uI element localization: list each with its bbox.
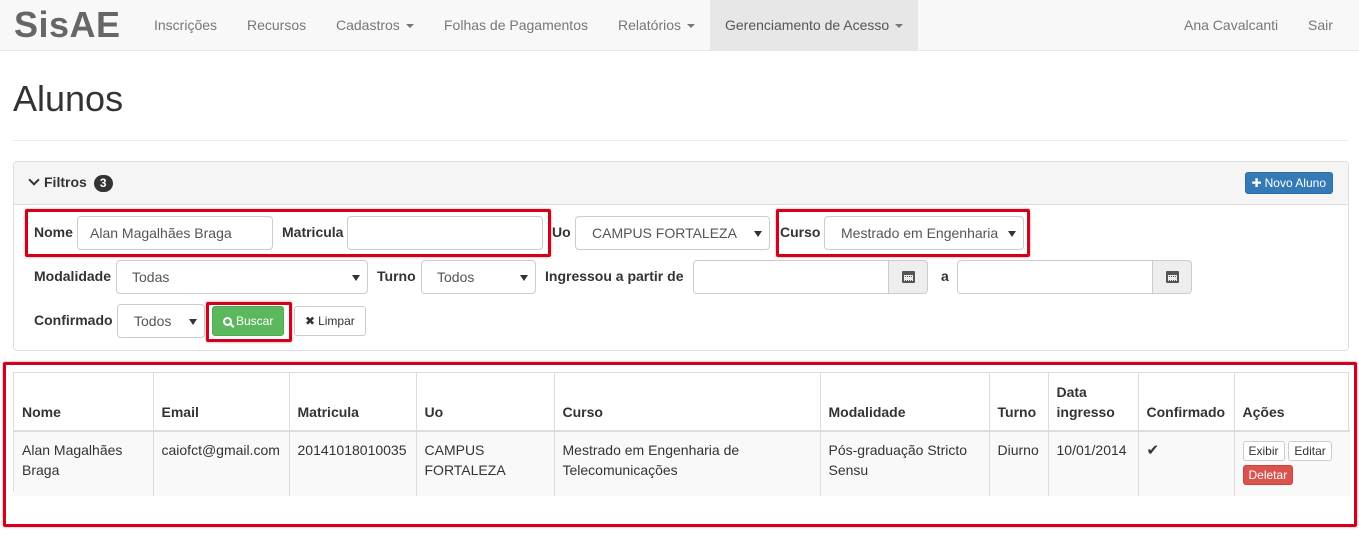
cell-data-ingresso: 10/01/2014 <box>1048 431 1139 496</box>
matricula-input[interactable] <box>347 216 543 250</box>
caret-down-icon <box>895 24 904 29</box>
nav-item-recursos[interactable]: Recursos <box>247 0 306 51</box>
column-header-matricula[interactable]: Matricula <box>289 373 417 432</box>
ingressou-from-input[interactable] <box>693 260 889 294</box>
table-row: Alan Magalhães Braga caiofct@gmail.com 2… <box>14 431 1350 496</box>
limpar-button[interactable]: ✖ Limpar <box>294 306 366 336</box>
table-header-row: Nome Email Matricula Uo Curso Modalidade… <box>14 373 1350 432</box>
uo-select-value: CAMPUS FORTALEZA <box>592 225 737 241</box>
ingressou-label: Ingressou a partir de <box>545 268 684 284</box>
uo-select[interactable]: CAMPUS FORTALEZA <box>575 216 770 250</box>
nome-label: Nome <box>34 224 73 240</box>
exibir-button[interactable]: Exibir <box>1242 441 1285 461</box>
select-arrow-icon <box>1008 231 1016 237</box>
column-header-turno[interactable]: Turno <box>989 373 1049 432</box>
deletar-button[interactable]: Deletar <box>1242 465 1294 485</box>
modalidade-select-value: Todas <box>132 269 170 285</box>
plus-icon: ✚ <box>1251 176 1262 190</box>
caret-down-icon <box>687 24 696 29</box>
nav-item-relatorios[interactable]: Relatórios <box>618 0 696 51</box>
ingressou-to-label: a <box>941 268 949 284</box>
navbar: SisAE Inscrições Recursos Cadastros Folh… <box>0 0 1359 51</box>
matricula-label: Matricula <box>282 224 344 240</box>
column-header-nome[interactable]: Nome <box>14 373 154 432</box>
buscar-label: Buscar <box>236 314 274 328</box>
page-divider <box>13 140 1349 141</box>
filters-panel-heading: Filtros 3 ✚ Novo Aluno <box>14 162 1348 205</box>
turno-label: Turno <box>377 268 416 284</box>
nome-input[interactable]: Alan Magalhães Braga <box>77 216 273 250</box>
new-student-button[interactable]: ✚ Novo Aluno <box>1244 172 1333 194</box>
calendar-icon <box>1166 271 1179 283</box>
select-arrow-icon <box>189 319 197 325</box>
confirmado-label: Confirmado <box>34 312 113 328</box>
nav-user-name[interactable]: Ana Cavalcanti <box>1184 0 1278 51</box>
nav-item-inscricoes[interactable]: Inscrições <box>154 0 217 51</box>
cell-nome: Alan Magalhães Braga <box>14 431 154 496</box>
modalidade-select[interactable]: Todas <box>116 260 368 294</box>
search-icon <box>223 317 232 326</box>
chevron-down-icon <box>28 174 40 186</box>
turno-select[interactable]: Todos <box>421 260 536 294</box>
cell-acoes: Exibir Editar Deletar <box>1234 431 1350 496</box>
select-arrow-icon <box>520 275 528 281</box>
nav-item-folhas-de-pagamentos[interactable]: Folhas de Pagamentos <box>444 0 588 51</box>
check-icon: ✔ <box>1146 442 1160 459</box>
calendar-icon <box>902 271 915 283</box>
column-header-confirmado[interactable]: Confirmado <box>1138 373 1235 432</box>
logout-link[interactable]: Sair <box>1308 0 1333 51</box>
column-header-acoes: Ações <box>1234 373 1350 432</box>
ingressou-to-input[interactable] <box>957 260 1153 294</box>
limpar-label: Limpar <box>318 314 355 328</box>
confirmado-select[interactable]: Todos <box>117 304 205 338</box>
page-title: Alunos <box>13 78 124 119</box>
column-header-modalidade[interactable]: Modalidade <box>820 373 990 432</box>
new-student-label: Novo Aluno <box>1264 176 1326 190</box>
cell-matricula: 20141018010035 <box>289 431 417 496</box>
filters-toggle[interactable]: Filtros 3 <box>28 174 113 192</box>
cell-confirmado: ✔ <box>1138 431 1235 496</box>
column-header-uo[interactable]: Uo <box>416 373 555 432</box>
cell-turno: Diurno <box>989 431 1049 496</box>
filters-count-badge: 3 <box>93 175 113 192</box>
cell-uo: CAMPUS FORTALEZA <box>416 431 555 496</box>
confirmado-select-value: Todos <box>134 313 172 329</box>
cell-modalidade: Pós-graduação Stricto Sensu <box>820 431 990 496</box>
select-arrow-icon <box>754 231 762 237</box>
turno-select-value: Todos <box>437 269 475 285</box>
modalidade-label: Modalidade <box>34 268 112 284</box>
curso-select[interactable]: Mestrado em Engenharia <box>824 216 1024 250</box>
column-header-email[interactable]: Email <box>153 373 290 432</box>
column-header-data-ingresso[interactable]: Data ingresso <box>1048 373 1139 432</box>
close-icon: ✖ <box>305 314 316 328</box>
buscar-button[interactable]: Buscar <box>212 306 285 336</box>
nav-item-cadastros[interactable]: Cadastros <box>336 0 414 51</box>
uo-label: Uo <box>552 224 571 240</box>
students-table-container: Nome Email Matricula Uo Curso Modalidade… <box>13 372 1350 496</box>
select-arrow-icon <box>352 275 360 281</box>
ingressou-to-calendar-button[interactable] <box>1152 260 1192 294</box>
ingressou-from-calendar-button[interactable] <box>888 260 928 294</box>
column-header-curso[interactable]: Curso <box>554 373 821 432</box>
editar-button[interactable]: Editar <box>1288 441 1332 461</box>
students-table: Nome Email Matricula Uo Curso Modalidade… <box>14 373 1350 496</box>
nav-item-gerenciamento-de-acesso[interactable]: Gerenciamento de Acesso <box>710 0 918 51</box>
caret-down-icon <box>405 24 414 29</box>
curso-select-value: Mestrado em Engenharia <box>841 225 999 241</box>
curso-label: Curso <box>780 224 821 240</box>
brand-logo[interactable]: SisAE <box>14 4 121 46</box>
filters-title: Filtros <box>44 174 87 190</box>
cell-curso: Mestrado em Engenharia de Telecomunicaçõ… <box>554 431 821 496</box>
cell-email: caiofct@gmail.com <box>153 431 290 496</box>
